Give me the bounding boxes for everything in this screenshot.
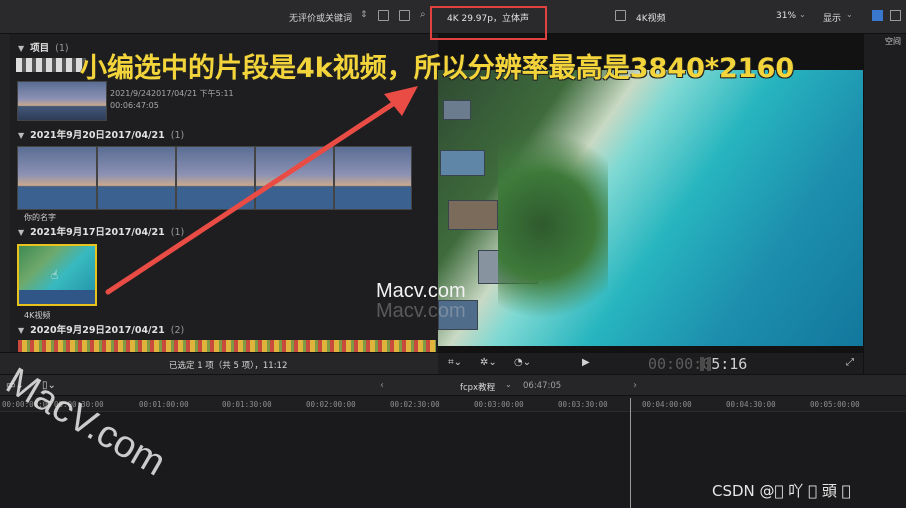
tutorial-caption: 小编选中的片段是4k视频，所以分辨率最高是3840*2160 [80, 53, 795, 84]
watermark-ghost: Macv.com [376, 300, 466, 322]
csdn-watermark: CSDN @  吖   頭   [712, 482, 851, 500]
